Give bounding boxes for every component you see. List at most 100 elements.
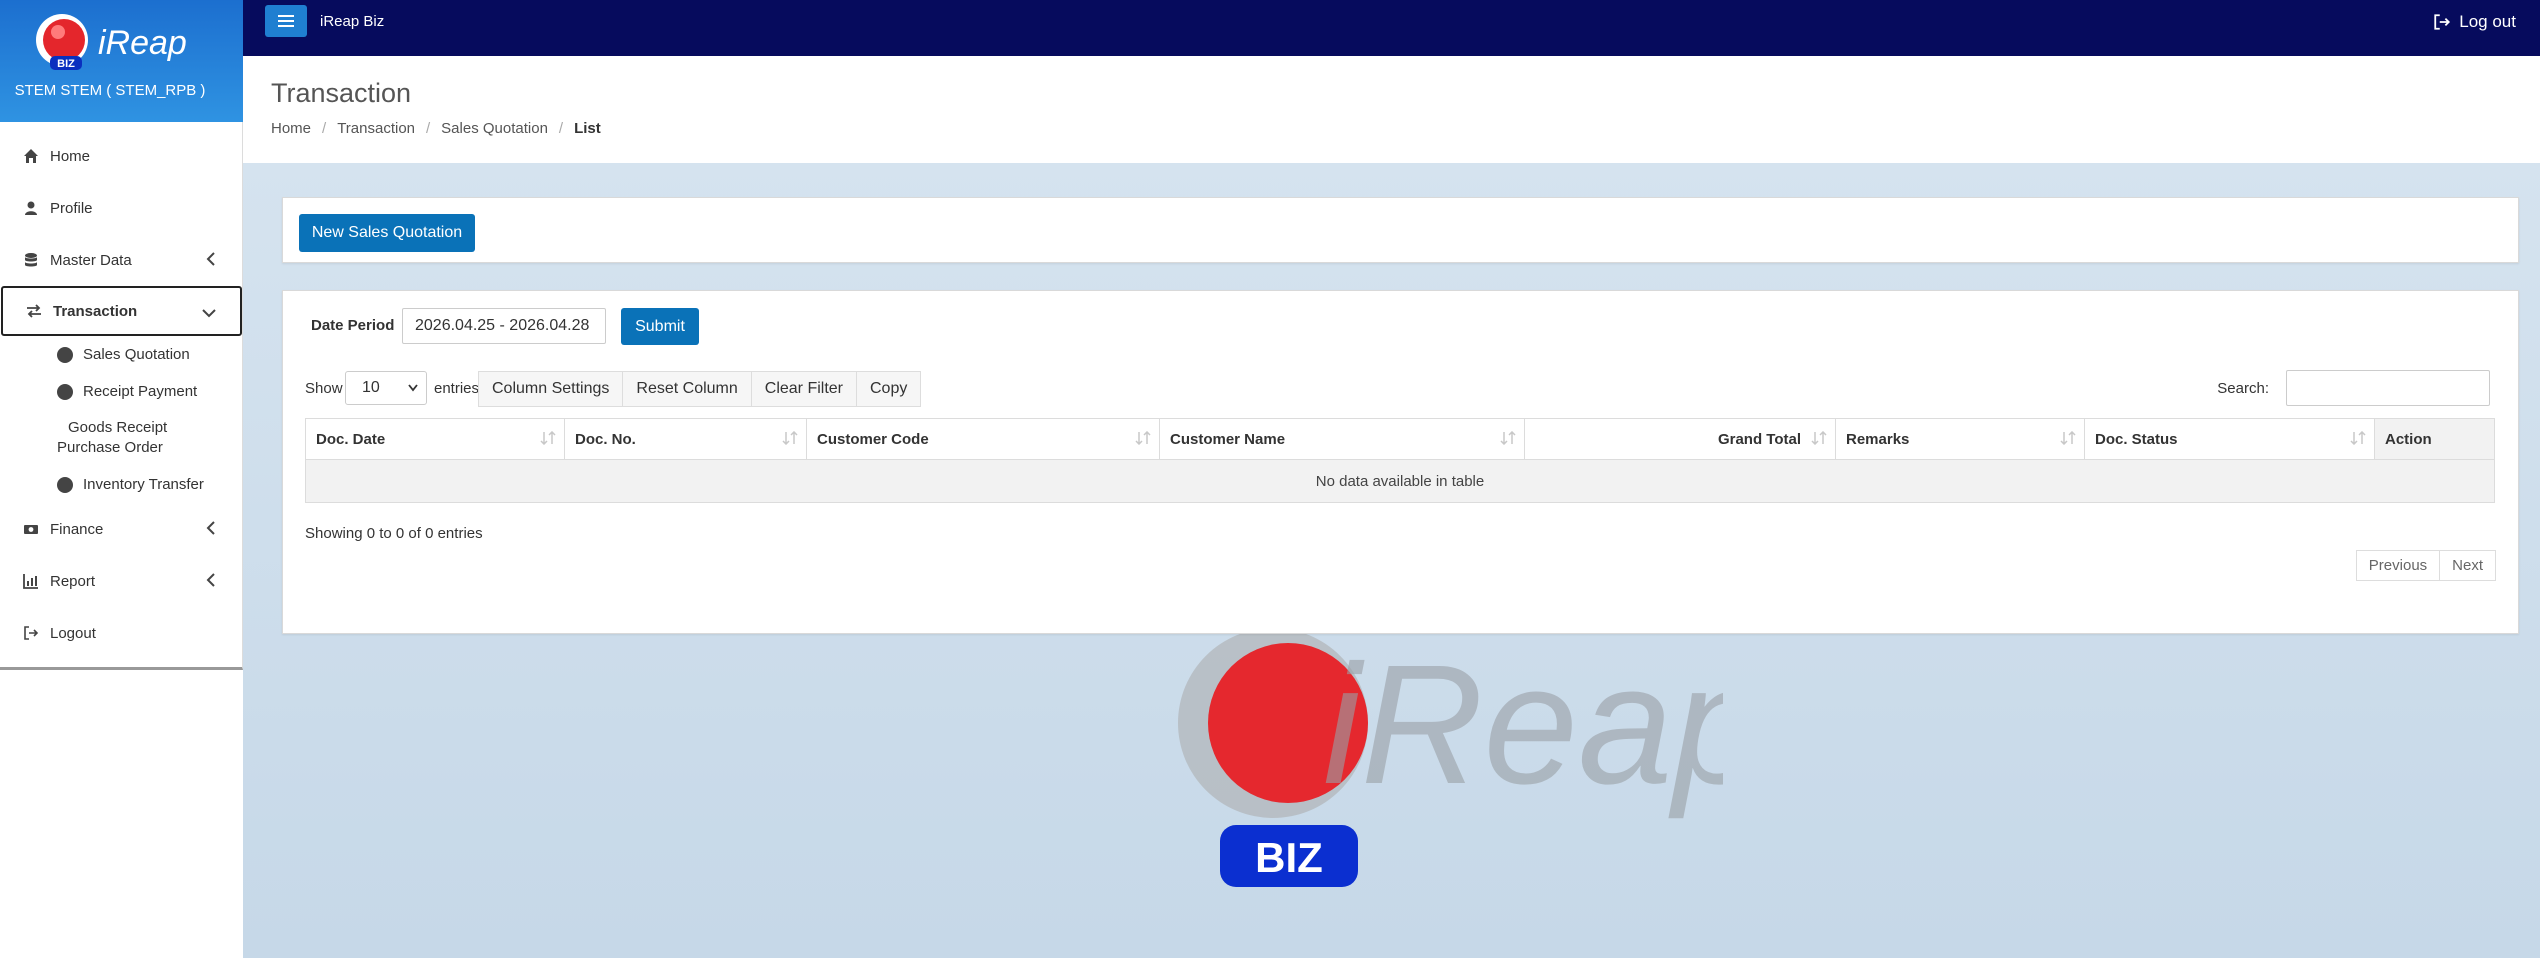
sidebar: BIZ iReap STEM STEM ( STEM_RPB ) Home Pr…	[0, 0, 243, 670]
home-icon	[22, 147, 40, 165]
top-logout-link[interactable]: Log out	[2433, 12, 2516, 32]
column-settings-button[interactable]: Column Settings	[478, 371, 624, 407]
svg-text:iReap: iReap	[98, 24, 187, 62]
sidebar-item-profile[interactable]: Profile	[0, 182, 243, 234]
exchange-icon	[25, 302, 43, 320]
sort-icon	[782, 431, 798, 445]
chevron-left-icon	[206, 521, 215, 535]
sort-icon	[2350, 431, 2366, 445]
table-info: Showing 0 to 0 of 0 entries	[305, 525, 483, 542]
search-input[interactable]	[2286, 370, 2490, 406]
svg-text:BIZ: BIZ	[1255, 834, 1323, 881]
entries-value: 10	[362, 379, 380, 396]
date-period-label: Date Period	[311, 317, 395, 334]
sidebar-item-label: Report	[50, 572, 96, 590]
previous-page-button[interactable]: Previous	[2355, 550, 2441, 581]
new-sales-quotation-button[interactable]: New Sales Quotation	[299, 214, 475, 252]
toolbar-card: New Sales Quotation	[282, 197, 2519, 263]
empty-table-message: No data available in table	[305, 459, 2495, 503]
sidebar-item-label: Logout	[50, 624, 96, 642]
bullet-icon	[57, 476, 73, 493]
sidebar-item-label: Finance	[50, 520, 104, 538]
breadcrumb-sales-quotation[interactable]: Sales Quotation	[441, 120, 548, 137]
user-icon	[22, 199, 40, 217]
content-area: iReap BIZ New Sales Quotation Date Perio…	[243, 163, 2540, 958]
company-name: STEM STEM ( STEM_RPB )	[14, 82, 206, 99]
sidebar-item-home[interactable]: Home	[0, 130, 243, 182]
page-header: Transaction Home / Transaction / Sales Quota…	[243, 56, 2540, 164]
submit-button[interactable]: Submit	[621, 308, 699, 345]
column-header-doc-no[interactable]: Doc. No.	[564, 418, 807, 460]
breadcrumb-home[interactable]: Home	[271, 120, 311, 137]
show-label: Show	[305, 380, 343, 397]
search-label: Search:	[2217, 380, 2269, 397]
column-header-action: Action	[2374, 418, 2495, 460]
ireap-biz-logo: BIZ iReap	[36, 14, 187, 70]
sidebar-subitem-inventory-transfer[interactable]: Inventory Transfer	[0, 466, 243, 503]
sort-icon	[1135, 431, 1151, 445]
brand-header: BIZ iReap STEM STEM ( STEM_RPB )	[0, 0, 243, 122]
entries-select[interactable]: 10	[345, 371, 427, 405]
sidebar-item-label: Master Data	[50, 251, 132, 269]
table-button-group: Column Settings Reset Column Clear Filte…	[478, 371, 922, 407]
sidebar-item-report[interactable]: Report	[0, 555, 243, 607]
sidebar-subitem-label: Receipt Payment	[83, 383, 198, 400]
chevron-down-icon	[202, 309, 216, 318]
entries-label: entries	[434, 380, 480, 397]
sidebar-item-finance[interactable]: Finance	[0, 503, 243, 555]
sort-icon	[540, 431, 556, 445]
column-header-grand-total[interactable]: Grand Total	[1524, 418, 1836, 460]
breadcrumb: Home / Transaction / Sales Quotation / List	[271, 120, 601, 137]
sidebar-item-transaction[interactable]: Transaction	[1, 286, 242, 336]
sort-icon	[1811, 431, 1827, 445]
sort-icon	[2060, 431, 2076, 445]
table-row: No data available in table	[305, 459, 2495, 503]
sidebar-item-label: Transaction	[53, 302, 138, 320]
sidebar-nav: Home Profile Master Data Transaction Sal…	[0, 130, 243, 659]
sidebar-item-logout[interactable]: Logout	[0, 607, 243, 659]
chevron-left-icon	[206, 573, 215, 587]
list-card: Date Period Submit Show 10 entries Colum…	[282, 290, 2519, 634]
page-title: Transaction	[271, 78, 412, 108]
bullet-icon	[57, 383, 73, 400]
sidebar-item-label: Home	[50, 147, 91, 165]
copy-button[interactable]: Copy	[856, 371, 922, 407]
date-period-input[interactable]	[402, 308, 606, 344]
column-header-doc-status[interactable]: Doc. Status	[2084, 418, 2375, 460]
sidebar-subitem-label: Sales Quotation	[83, 346, 190, 363]
reset-column-button[interactable]: Reset Column	[622, 371, 752, 407]
chevron-down-icon	[408, 384, 418, 392]
next-page-button[interactable]: Next	[2439, 550, 2496, 581]
breadcrumb-transaction[interactable]: Transaction	[337, 120, 415, 137]
hamburger-icon	[278, 15, 294, 27]
chevron-left-icon	[206, 252, 215, 266]
sidebar-subitem-label: Goods Receipt Purchase Order	[57, 419, 168, 456]
column-header-customer-code[interactable]: Customer Code	[806, 418, 1160, 460]
menu-toggle-button[interactable]	[265, 5, 307, 37]
pagination: Previous Next	[2355, 550, 2496, 581]
chart-icon	[22, 572, 40, 590]
logout-icon	[22, 624, 40, 642]
sidebar-subitem-sales-quotation[interactable]: Sales Quotation	[0, 336, 243, 373]
sidebar-subitem-receipt-payment[interactable]: Receipt Payment	[0, 373, 243, 410]
database-icon	[22, 251, 40, 269]
top-navbar: iReap Biz Log out	[243, 0, 2540, 56]
svg-text:iReap: iReap	[1323, 630, 1723, 820]
breadcrumb-current: List	[574, 120, 601, 137]
bullet-icon	[57, 346, 73, 363]
svg-text:BIZ: BIZ	[57, 58, 75, 70]
sidebar-subitem-goods-receipt-purchase-order[interactable]: Goods Receipt Purchase Order	[0, 410, 243, 466]
money-icon	[22, 520, 40, 538]
top-logout-label: Log out	[2459, 12, 2516, 31]
clear-filter-button[interactable]: Clear Filter	[750, 371, 857, 407]
logout-icon	[2434, 14, 2451, 30]
sidebar-item-master-data[interactable]: Master Data	[0, 234, 243, 286]
column-header-customer-name[interactable]: Customer Name	[1159, 418, 1525, 460]
column-header-doc-date[interactable]: Doc. Date	[305, 418, 565, 460]
app-title: iReap Biz	[320, 13, 385, 30]
column-header-remarks[interactable]: Remarks	[1835, 418, 2085, 460]
sidebar-item-label: Profile	[50, 199, 93, 217]
sidebar-subitem-label: Inventory Transfer	[83, 476, 204, 493]
sales-quotation-table: Doc. Date Doc. No. Customer Code Custome…	[305, 418, 2495, 503]
sort-icon	[1500, 431, 1516, 445]
